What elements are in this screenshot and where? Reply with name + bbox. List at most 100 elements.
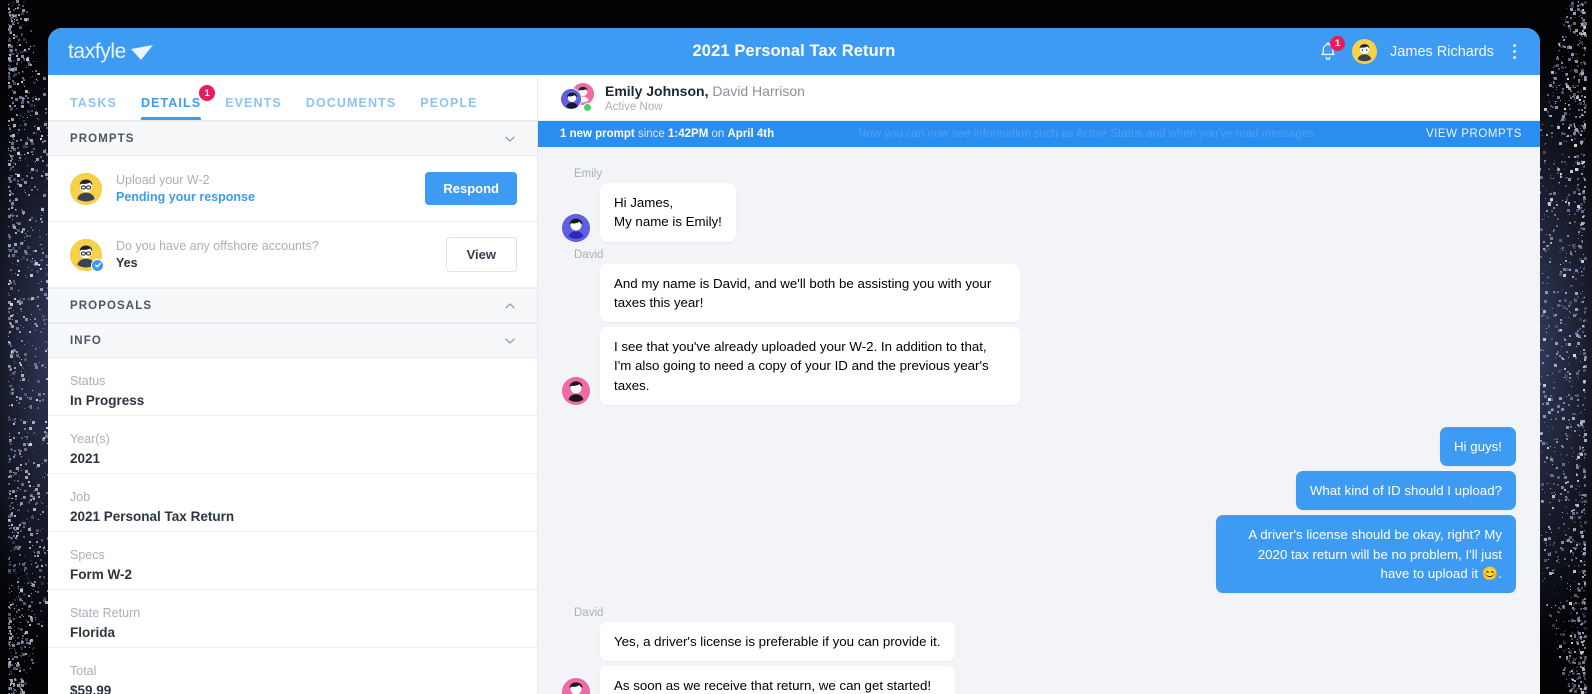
banner-time: 1:42PM	[668, 128, 708, 140]
more-options-icon[interactable]	[1507, 40, 1522, 63]
message-bubble: As soon as we receive that return, we ca…	[600, 666, 955, 694]
active-status-indicator	[583, 103, 592, 112]
section-header-info[interactable]: INFO	[48, 323, 537, 358]
message-bubble: I see that you've already uploaded your …	[600, 327, 1020, 405]
info-label: Specs	[70, 548, 515, 562]
info-label: Status	[70, 374, 515, 388]
verified-check-icon	[91, 259, 104, 272]
message-bubble: A driver's license should be okay, right…	[1216, 515, 1516, 593]
message-list[interactable]: Emily Hi James, My name is Emily! David …	[538, 147, 1540, 694]
info-row-status: Status In Progress	[48, 358, 537, 416]
info-value: $59.99	[70, 683, 515, 694]
banner-message: 1 new prompt since 1:42PM on April 4th	[560, 128, 774, 140]
active-status-label: Active Now	[605, 101, 805, 113]
info-label: Total	[70, 664, 515, 678]
user-name[interactable]: James Richards	[1390, 44, 1494, 60]
body: TASKS DETAILS 1 EVENTS DOCUMENTS PEOPLE	[48, 75, 1540, 694]
section-title: PROMPTS	[70, 133, 135, 145]
app-window: taxfyle 2021 Personal Tax Return 1 James…	[48, 28, 1540, 694]
prompt-row[interactable]: Upload your W-2 Pending your response Re…	[48, 156, 537, 222]
participant-names: Emily Johnson, David Harrison	[605, 83, 805, 99]
prompt-answer: Yes	[116, 256, 446, 270]
avatar-david	[560, 88, 582, 110]
banner-date: April 4th	[727, 128, 774, 140]
info-value: Form W-2	[70, 567, 515, 582]
avatar	[70, 173, 102, 205]
chevron-down-icon	[503, 132, 517, 146]
participant-secondary: David Harrison	[708, 83, 804, 99]
view-button[interactable]: View	[446, 237, 517, 272]
message-group: David And my name is David, and we'll bo…	[562, 249, 1516, 405]
message-bubbles: Yes, a driver's license is preferable if…	[600, 622, 955, 694]
avatar	[70, 239, 102, 271]
banner-on: on	[708, 128, 727, 140]
info-row-years: Year(s) 2021	[48, 416, 537, 474]
message-group: David Yes, a driver's license is prefera…	[562, 607, 1516, 694]
message-bubbles: Hi James, My name is Emily!	[600, 183, 736, 242]
info-label: State Return	[70, 606, 515, 620]
view-prompts-link[interactable]: VIEW PROMPTS	[1426, 128, 1522, 140]
top-bar-right: 1 James Richards	[1317, 39, 1522, 64]
banner-ghost-text: Now you can now see information such as …	[858, 121, 1317, 147]
message-bubble: Yes, a driver's license is preferable if…	[600, 622, 955, 661]
info-row-job: Job 2021 Personal Tax Return	[48, 474, 537, 532]
message-group: Hi guys! What kind of ID should I upload…	[562, 427, 1516, 593]
message-bubble: And my name is David, and we'll both be …	[600, 264, 1020, 323]
info-label: Job	[70, 490, 515, 504]
top-bar: taxfyle 2021 Personal Tax Return 1 James…	[48, 28, 1540, 75]
message-bubbles: And my name is David, and we'll both be …	[600, 264, 1020, 405]
notification-badge: 1	[1330, 36, 1345, 51]
info-row-total: Total $59.99	[48, 648, 537, 694]
avatar-emily	[562, 214, 590, 242]
prompt-question: Upload your W-2	[116, 173, 425, 187]
avatar-david	[562, 678, 590, 694]
logo-text: taxfyle	[68, 40, 126, 64]
prompt-answer: Pending your response	[116, 190, 425, 204]
message-group: Emily Hi James, My name is Emily!	[562, 168, 1516, 242]
notifications-button[interactable]: 1	[1317, 40, 1339, 64]
tab-tasks[interactable]: TASKS	[70, 96, 117, 120]
participants-avatars	[560, 83, 594, 113]
avatar-david	[562, 377, 590, 405]
info-row-specs: Specs Form W-2	[48, 532, 537, 590]
tab-events[interactable]: EVENTS	[225, 96, 282, 120]
tab-label: DETAILS	[141, 96, 201, 110]
message-row: Yes, a driver's license is preferable if…	[562, 622, 1516, 694]
section-header-proposals[interactable]: PROPOSALS	[48, 288, 537, 323]
section-header-prompts[interactable]: PROMPTS	[48, 121, 537, 156]
message-row: Hi James, My name is Emily!	[562, 183, 1516, 242]
tab-label: DOCUMENTS	[306, 96, 396, 110]
banner-count: 1 new prompt	[560, 128, 635, 140]
tab-documents[interactable]: DOCUMENTS	[306, 96, 396, 120]
message-sender: David	[574, 249, 1516, 261]
info-value: In Progress	[70, 393, 515, 408]
prompt-content: Do you have any offshore accounts? Yes	[116, 239, 446, 270]
respond-button[interactable]: Respond	[425, 172, 517, 205]
tab-people[interactable]: PEOPLE	[420, 96, 477, 120]
section-title: INFO	[70, 335, 102, 347]
banner-since: since	[635, 128, 668, 140]
new-prompt-banner[interactable]: 1 new prompt since 1:42PM on April 4th N…	[538, 121, 1540, 147]
info-value: 2021 Personal Tax Return	[70, 509, 515, 524]
chat-panel: Emily Johnson, David Harrison Active Now…	[538, 75, 1540, 694]
tab-details[interactable]: DETAILS 1	[141, 96, 201, 120]
info-label: Year(s)	[70, 432, 515, 446]
taxfyle-logo[interactable]: taxfyle	[68, 40, 155, 64]
info-value: Florida	[70, 625, 515, 640]
prompt-row[interactable]: Do you have any offshore accounts? Yes V…	[48, 222, 537, 288]
info-value: 2021	[70, 451, 515, 466]
message-sender: Emily	[574, 168, 1516, 180]
chevron-up-icon	[503, 299, 517, 313]
message-sender: David	[574, 607, 1516, 619]
tab-label: PEOPLE	[420, 96, 477, 110]
details-panel: TASKS DETAILS 1 EVENTS DOCUMENTS PEOPLE	[48, 75, 538, 694]
message-bubble: What kind of ID should I upload?	[1296, 471, 1516, 510]
tab-badge: 1	[199, 85, 215, 101]
tab-label: EVENTS	[225, 96, 282, 110]
avatar[interactable]	[1352, 39, 1377, 64]
message-row: Hi guys! What kind of ID should I upload…	[562, 427, 1516, 593]
tab-label: TASKS	[70, 96, 117, 110]
participant-primary: Emily Johnson,	[605, 83, 708, 99]
prompt-content: Upload your W-2 Pending your response	[116, 173, 425, 204]
chat-header: Emily Johnson, David Harrison Active Now	[538, 75, 1540, 121]
